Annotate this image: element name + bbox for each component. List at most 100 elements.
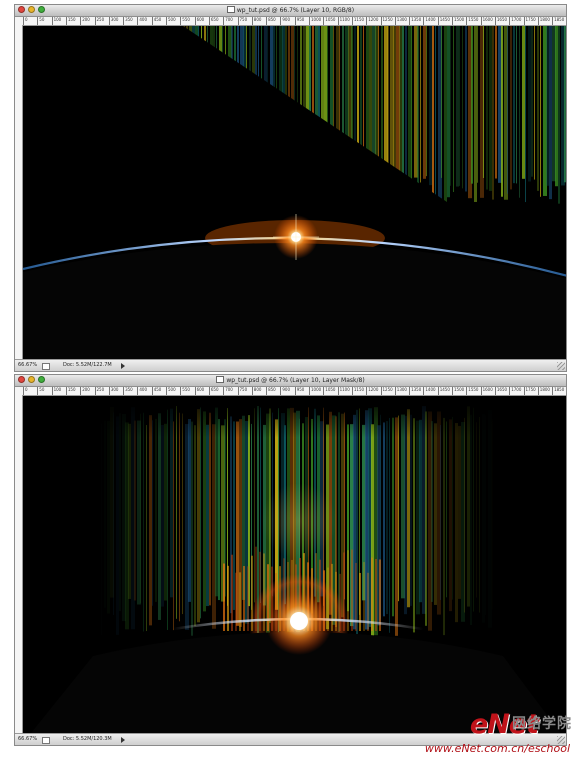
status-bar: 66.67% Doc: 5.52M/122.7M	[15, 359, 566, 371]
window-title-text: wp_tut.psd @ 66.7% (Layer 10, RGB/8)	[236, 7, 355, 14]
ruler-tick: 1450	[437, 17, 450, 25]
watermark-chinese-text: 网络学院	[512, 716, 572, 732]
ruler-tick: 1700	[509, 17, 521, 25]
aurora-stripe	[270, 26, 273, 181]
document-window-1[interactable]: wp_tut.psd @ 66.7% (Layer 10, RGB/8) 0 50…	[14, 4, 567, 372]
aurora-stripe	[459, 26, 460, 186]
ruler-tick: 1100	[337, 387, 350, 395]
aurora-stripe	[366, 26, 369, 183]
ruler-tick: 750	[237, 17, 247, 25]
aurora-stripe	[225, 26, 226, 196]
ruler-tick: 350	[123, 387, 133, 395]
aurora-stripe	[210, 26, 213, 200]
aurora-stripe	[258, 26, 259, 184]
aurora-stripe	[192, 26, 195, 184]
title-bar[interactable]: wp_tut.psd @ 66.7% (Layer 10, RGB/8)	[15, 5, 566, 17]
vertical-ruler[interactable]	[15, 395, 23, 734]
aurora-stripe	[513, 26, 515, 184]
aurora-stripe	[471, 26, 473, 184]
aurora-stripe	[237, 26, 239, 206]
status-menu-arrow-icon[interactable]	[121, 737, 125, 743]
ruler-tick: 1100	[337, 17, 350, 25]
ruler-tick: 1200	[366, 17, 378, 25]
image-canvas[interactable]	[23, 396, 566, 734]
aurora-stripe	[510, 26, 512, 190]
title-bar[interactable]: wp_tut.psd @ 66.7% (Layer 10, Layer Mask…	[15, 375, 566, 387]
ruler-tick: 600	[194, 387, 204, 395]
aurora-stripe	[534, 26, 535, 180]
ruler-tick: 1750	[523, 17, 536, 25]
aurora-stripe	[243, 26, 246, 187]
aurora-stripe	[288, 26, 290, 204]
zoom-level[interactable]: 66.67%	[18, 360, 37, 371]
doc-size: Doc: 5.52M/122.7M	[63, 362, 112, 368]
image-canvas[interactable]	[23, 26, 566, 360]
aurora-stripe	[216, 26, 217, 184]
ruler-tick: 1000	[309, 387, 321, 395]
document-icon	[42, 737, 50, 744]
window-title: wp_tut.psd @ 66.7% (Layer 10, Layer Mask…	[15, 376, 566, 385]
aurora-stripe	[252, 26, 255, 206]
ruler-tick: 200	[80, 387, 90, 395]
aurora-stripe	[381, 26, 383, 181]
aurora-stripe	[219, 26, 222, 196]
aurora-stripe	[312, 26, 314, 204]
watermark-url: www.eNet.com.cn/eschool	[424, 742, 570, 755]
ruler-tick: 800	[251, 387, 261, 395]
ruler-tick: 1850	[552, 387, 564, 395]
aurora-stripe	[246, 26, 247, 199]
aurora-stripe	[324, 26, 327, 198]
ruler-tick: 1800	[537, 387, 550, 395]
zoom-level[interactable]: 66.67%	[18, 734, 37, 745]
aurora-stripe	[411, 26, 412, 206]
ruler-tick: 650	[208, 17, 219, 25]
aurora-stripe	[204, 26, 206, 185]
aurora-stripe	[186, 26, 188, 203]
ruler-tick: 0	[23, 17, 28, 25]
aurora-stripe	[198, 26, 199, 206]
aurora-stripe	[462, 26, 463, 189]
aurora-stripe	[282, 26, 285, 180]
ruler-tick: 1400	[423, 17, 436, 25]
aurora-stripe	[306, 26, 309, 197]
horizontal-ruler[interactable]: 0 50 100 150 200 250 300 350 400 450 500 550 600 650 7…	[15, 17, 566, 26]
ruler-tick: 350	[123, 17, 133, 25]
aurora-stripe	[342, 26, 344, 188]
aurora-stripe	[492, 26, 494, 200]
ruler-tick: 1000	[309, 17, 321, 25]
ruler-tick: 900	[280, 17, 290, 25]
aurora-stripe	[213, 26, 215, 204]
aurora-stripe	[501, 26, 503, 197]
ruler-tick: 1600	[480, 387, 493, 395]
aurora-stripe	[327, 26, 328, 206]
aurora-stripe	[267, 26, 268, 177]
ruler-tick: 1150	[351, 17, 364, 25]
ruler-tick: 1700	[509, 387, 521, 395]
ruler-tick: 1050	[323, 17, 335, 25]
resize-grip-icon[interactable]	[557, 362, 565, 370]
document-window-2[interactable]: wp_tut.psd @ 66.7% (Layer 10, Layer Mask…	[14, 374, 567, 746]
ruler-tick: 150	[65, 387, 76, 395]
ruler-tick: 750	[237, 387, 247, 395]
ruler-tick: 450	[151, 17, 161, 25]
horizontal-ruler[interactable]: 0 50 100 150 200 250 300 350 400 450 500 550 600 650 7…	[15, 387, 566, 396]
aurora-stripe	[333, 26, 334, 177]
aurora-stripe	[261, 26, 262, 197]
ruler-tick: 1550	[466, 387, 478, 395]
space-sunrise-image	[23, 26, 566, 360]
aurora-stripe	[276, 26, 277, 185]
vertical-ruler[interactable]	[15, 25, 23, 360]
aurora-stripe	[525, 26, 526, 203]
aurora-stripe	[423, 26, 426, 179]
ruler-tick: 900	[280, 387, 290, 395]
status-menu-arrow-icon[interactable]	[121, 363, 125, 369]
ruler-tick: 1300	[394, 387, 407, 395]
aurora-stripe	[516, 26, 517, 184]
ruler-tick: 1850	[552, 17, 564, 25]
aurora-stripe	[330, 26, 333, 182]
space-sunrise-image	[23, 396, 566, 734]
aurora-stripe	[474, 26, 477, 202]
aurora-stripe	[369, 26, 372, 195]
aurora-stripe	[429, 26, 432, 186]
aurora-stripe	[558, 26, 560, 204]
